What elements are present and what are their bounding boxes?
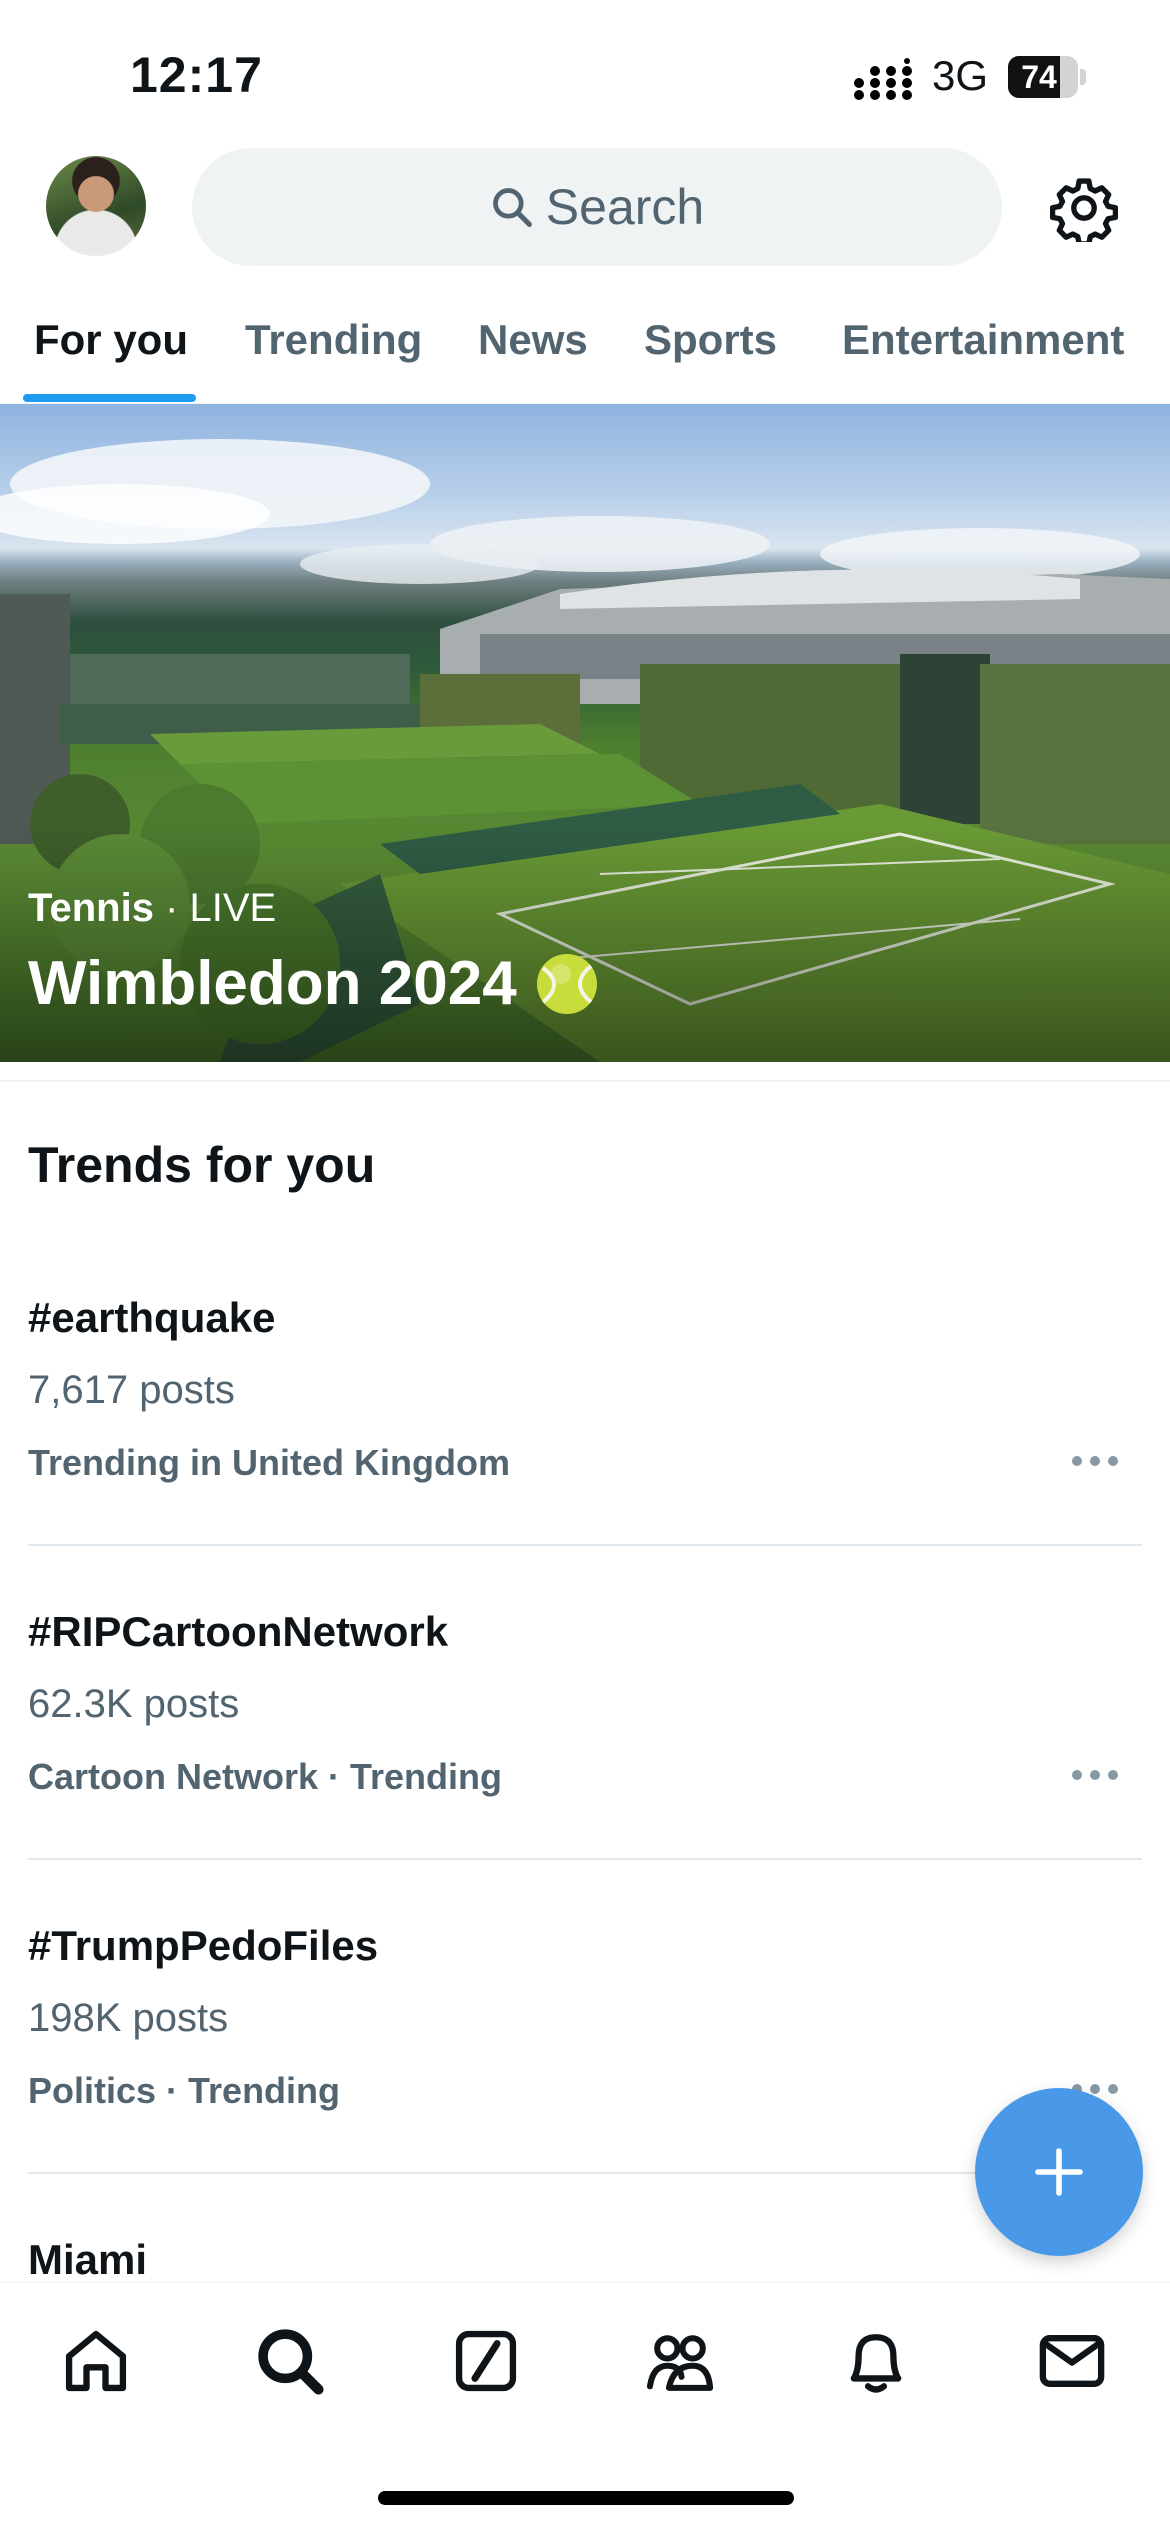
battery-level: 74: [1021, 59, 1057, 95]
tab-for-you[interactable]: For you: [34, 316, 188, 364]
hero-title-row: Wimbledon 2024: [28, 948, 599, 1019]
home-icon: [65, 2330, 127, 2392]
trend-context: Cartoon Network · Trending: [28, 1756, 503, 1797]
more-options-icon[interactable]: [1070, 1454, 1120, 1468]
nav-home[interactable]: [58, 2323, 134, 2399]
grok-icon: [455, 2330, 517, 2392]
nav-messages[interactable]: [1034, 2323, 1110, 2399]
tab-trending[interactable]: Trending: [245, 316, 422, 364]
gear-icon[interactable]: [1050, 174, 1118, 242]
messages-icon: [1039, 2335, 1105, 2387]
signal-strength-icon: [854, 58, 912, 100]
plus-icon: [1035, 2148, 1083, 2196]
hero-meta: Tennis · LIVE: [28, 886, 276, 931]
tennis-ball-icon: [536, 953, 597, 1014]
trend-divider: [28, 1858, 1142, 1860]
avatar[interactable]: [46, 156, 146, 256]
trend-item[interactable]: #RIPCartoonNetwork 62.3K posts Cartoon N…: [0, 1608, 1170, 1922]
tab-sports[interactable]: Sports: [644, 316, 777, 364]
trend-post-count: 7,617 posts: [28, 1368, 235, 1412]
tab-entertainment[interactable]: Entertainment: [842, 316, 1124, 364]
nav-communities[interactable]: [642, 2323, 718, 2399]
search-placeholder: Search: [545, 179, 705, 235]
nav-explore[interactable]: [252, 2323, 328, 2399]
search-icon: [492, 188, 532, 227]
trend-topic: #TrumpPedoFiles: [28, 1922, 379, 1969]
trend-item[interactable]: #earthquake 7,617 posts Trending in Unit…: [0, 1294, 1170, 1608]
home-indicator[interactable]: [378, 2491, 794, 2505]
search-input[interactable]: Search: [192, 148, 1002, 266]
explore-tabs: For you Trending News Sports Entertainme…: [0, 300, 1170, 404]
trend-context: Trending in United Kingdom: [28, 1442, 510, 1483]
compose-button[interactable]: [975, 2088, 1143, 2256]
active-tab-indicator: [23, 394, 196, 402]
trend-context: Politics · Trending: [28, 2070, 341, 2111]
notifications-icon: [850, 2334, 902, 2393]
trend-post-count: 198K posts: [28, 1996, 229, 2040]
trend-post-count: 62.3K posts: [28, 1682, 240, 1726]
status-time: 12:17: [130, 47, 263, 103]
more-options-icon[interactable]: [1070, 1768, 1120, 1782]
hero-title: Wimbledon 2024: [28, 949, 517, 1018]
battery-icon: 74: [1008, 56, 1086, 98]
hero-divider: [0, 1080, 1170, 1082]
trend-topic: #RIPCartoonNetwork: [28, 1608, 449, 1655]
nav-notifications[interactable]: [838, 2323, 914, 2399]
search-icon: [258, 2329, 324, 2395]
communities-icon: [646, 2335, 714, 2391]
hero-separator: ·: [153, 886, 190, 930]
trend-divider: [28, 1544, 1142, 1546]
trend-topic: #earthquake: [28, 1294, 276, 1341]
hero-status: LIVE: [189, 886, 277, 930]
trend-item[interactable]: Miami: [0, 2236, 1170, 2282]
status-bar: 12:17 3G 74: [0, 0, 1170, 150]
network-type: 3G: [932, 52, 989, 99]
trend-topic: Miami: [28, 2236, 148, 2282]
hero-category: Tennis: [28, 886, 154, 930]
tab-news[interactable]: News: [478, 316, 588, 364]
nav-grok[interactable]: [448, 2323, 524, 2399]
trends-section-title: Trends for you: [28, 1137, 376, 1193]
hero-gradient: [0, 824, 1170, 1062]
